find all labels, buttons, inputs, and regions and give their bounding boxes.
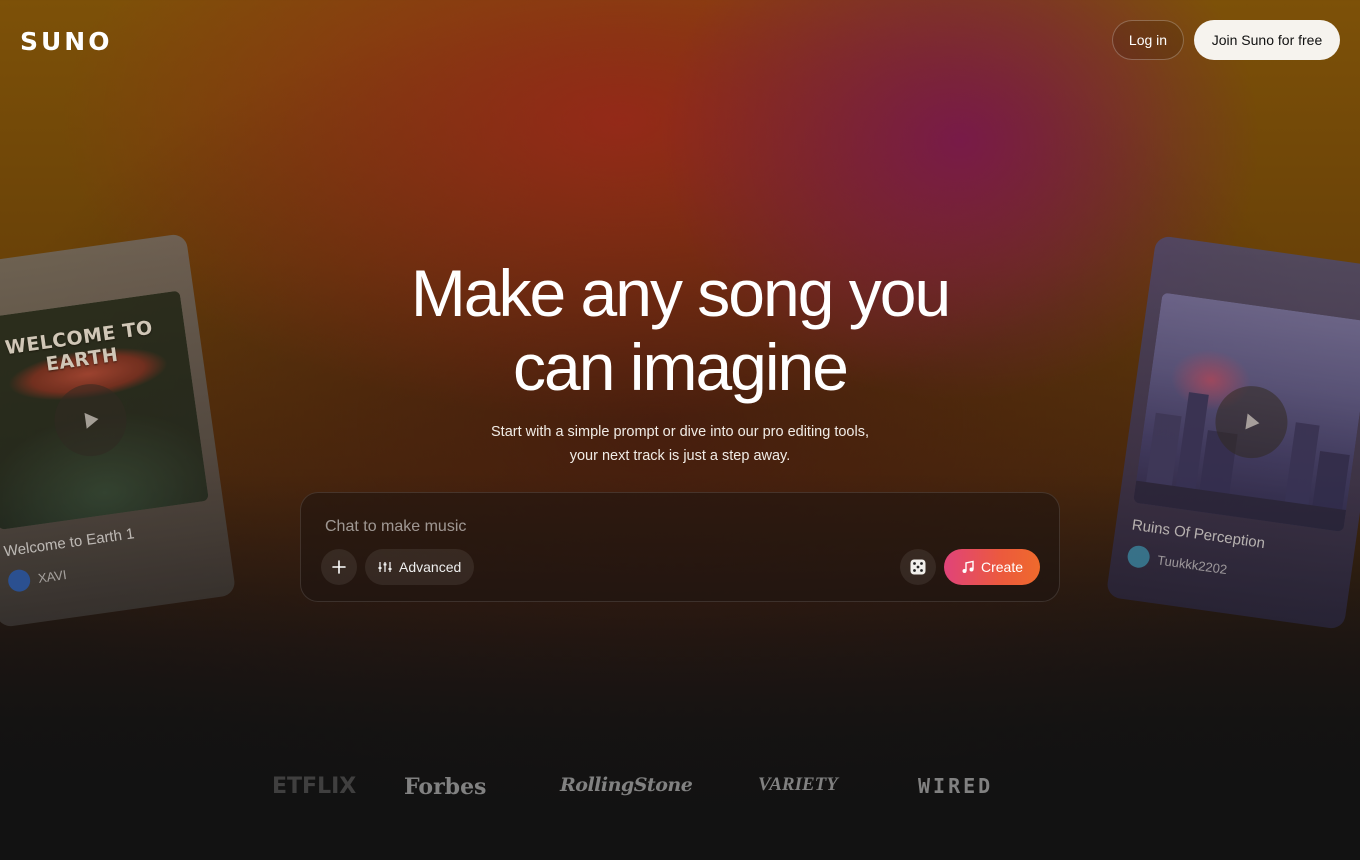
play-icon: [84, 412, 99, 429]
create-label: Create: [980, 559, 1024, 575]
hero-subtitle: Start with a simple prompt or dive into …: [491, 424, 869, 464]
artist-name: Tuukkk2202: [1156, 551, 1229, 577]
press-logo-wired: WIRED: [918, 774, 994, 798]
create-button[interactable]: Create: [944, 549, 1040, 585]
advanced-button[interactable]: Advanced: [365, 549, 475, 585]
chat-input[interactable]: [325, 515, 1025, 539]
press-logo-netflix: ETFLIX: [272, 774, 357, 799]
dice-icon: [910, 559, 926, 575]
top-nav: SUNO Log in Join Suno for free: [0, 0, 1360, 80]
press-logo-forbes: Forbes: [404, 774, 487, 800]
press-logo-variety: VARIETY: [758, 774, 838, 795]
song-title[interactable]: Welcome to Earth 1: [3, 525, 136, 560]
hero-headline: Make any song you can imagine: [0, 256, 1360, 404]
artist-name: XAVI: [36, 566, 68, 586]
sliders-icon: [378, 562, 392, 572]
chat-composer: Advanced Create: [300, 492, 1060, 602]
advanced-label: Advanced: [399, 559, 462, 575]
plus-icon: [332, 560, 346, 574]
headline-line-2: can imagine: [513, 330, 849, 404]
artist-row[interactable]: XAVI: [6, 563, 68, 594]
suno-logo[interactable]: SUNO: [20, 27, 112, 56]
play-icon: [1245, 413, 1260, 430]
artist-avatar: [6, 568, 32, 594]
add-button[interactable]: [321, 549, 357, 585]
artist-avatar: [1126, 544, 1152, 570]
login-button[interactable]: Log in: [1112, 20, 1184, 60]
headline-line-1: Make any song you: [410, 256, 951, 330]
press-logo-rollingstone: RollingStone: [560, 774, 693, 796]
random-prompt-button[interactable]: [900, 549, 936, 585]
artist-row[interactable]: Tuukkk2202: [1126, 544, 1228, 580]
press-logos: ETFLIX Forbes RollingStone VARIETY WIRED: [0, 770, 1360, 810]
join-button[interactable]: Join Suno for free: [1194, 20, 1340, 60]
music-note-icon: [962, 560, 974, 573]
